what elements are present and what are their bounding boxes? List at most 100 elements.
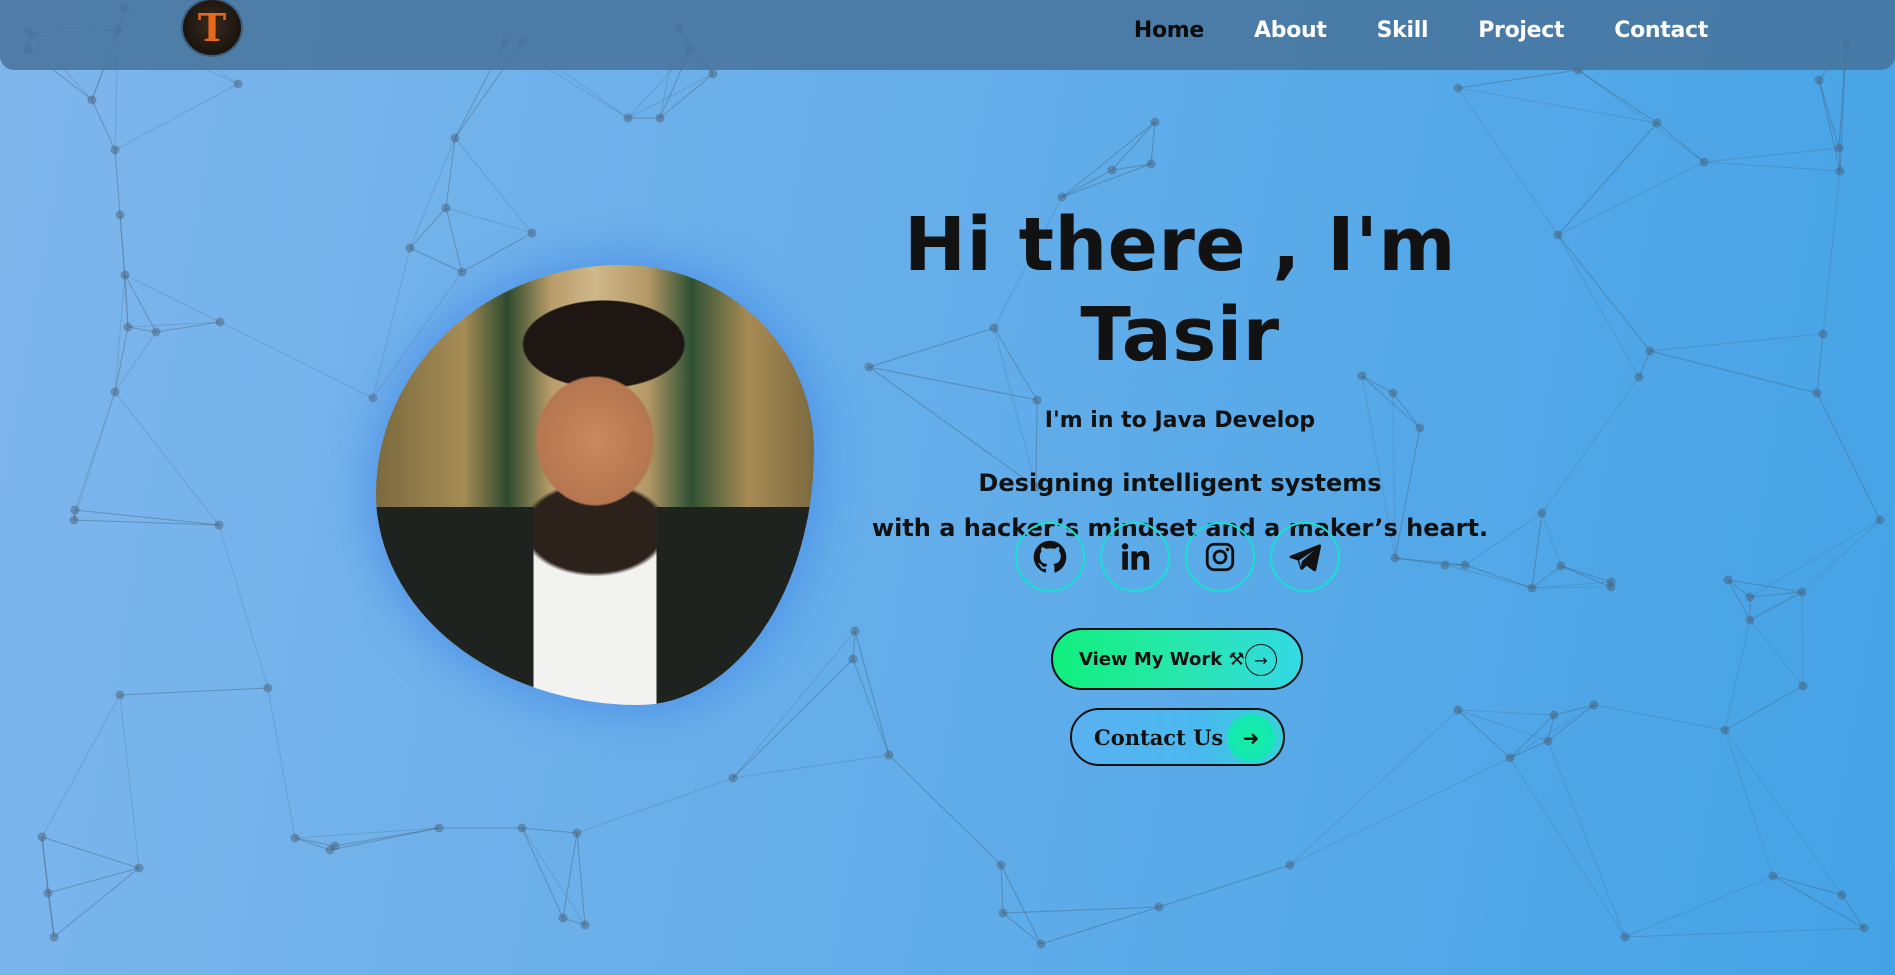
network-node — [1285, 860, 1295, 870]
network-node — [1606, 582, 1616, 592]
network-node — [1745, 615, 1755, 625]
network-node — [517, 823, 527, 833]
network-node — [1818, 329, 1828, 339]
network-node — [1543, 736, 1553, 746]
network-node — [850, 626, 860, 636]
view-my-work-label: View My Work ⚒ — [1079, 648, 1245, 670]
arrow-right-circle-icon: → — [1245, 644, 1277, 676]
network-node — [69, 515, 79, 525]
network-node — [655, 113, 665, 123]
network-node — [623, 113, 633, 123]
network-node — [1440, 560, 1450, 570]
nav-link-contact[interactable]: Contact — [1614, 18, 1708, 43]
network-node — [405, 243, 415, 253]
network-node — [1798, 681, 1808, 691]
hero-title: Hi there , I'm Tasir — [904, 202, 1456, 378]
network-node — [1645, 346, 1655, 356]
nav-links: Home About Skill Project Contact — [1134, 18, 1708, 43]
network-node — [214, 520, 224, 530]
contact-us-label: Contact Us — [1094, 724, 1224, 750]
network-node — [1720, 725, 1730, 735]
network-node — [1460, 560, 1470, 570]
contact-us-button[interactable]: Contact Us ➜ — [1070, 708, 1285, 766]
github-icon — [1033, 540, 1067, 573]
telegram-link[interactable] — [1270, 522, 1340, 592]
instagram-link[interactable] — [1185, 522, 1255, 592]
network-node — [70, 505, 80, 515]
network-node — [115, 690, 125, 700]
network-node — [1146, 159, 1156, 169]
network-node — [134, 863, 144, 873]
linkedin-icon — [1121, 543, 1150, 570]
social-links — [1015, 522, 1340, 592]
logo-letter: T — [197, 4, 227, 50]
network-node — [1150, 117, 1160, 127]
network-node — [110, 145, 120, 155]
network-node — [115, 210, 125, 220]
network-node — [1814, 75, 1824, 85]
network-node — [1768, 871, 1778, 881]
network-node — [43, 888, 53, 898]
nav-link-skill[interactable]: Skill — [1377, 18, 1429, 43]
network-node — [1812, 388, 1822, 398]
nav-link-project[interactable]: Project — [1478, 18, 1564, 43]
network-node — [1859, 923, 1869, 933]
network-node — [1390, 553, 1400, 563]
network-node — [290, 833, 300, 843]
network-node — [325, 845, 335, 855]
network-node — [1837, 890, 1847, 900]
network-node — [49, 932, 59, 942]
network-node — [1620, 932, 1630, 942]
network-node — [708, 69, 718, 79]
telegram-icon — [1289, 544, 1322, 572]
network-node — [151, 327, 161, 337]
network-node — [215, 317, 225, 327]
network-node — [450, 133, 460, 143]
network-node — [263, 683, 273, 693]
network-node — [580, 920, 590, 930]
network-node — [87, 95, 97, 105]
nav-link-about[interactable]: About — [1254, 18, 1327, 43]
network-node — [1699, 157, 1709, 167]
view-my-work-button[interactable]: View My Work ⚒ → — [1051, 628, 1303, 690]
linkedin-link[interactable] — [1100, 522, 1170, 592]
network-node — [1634, 372, 1644, 382]
network-node — [1589, 700, 1599, 710]
hero-tagline: I'm in to Java Develop — [1044, 408, 1316, 433]
network-node — [527, 228, 537, 238]
network-node — [123, 322, 133, 332]
network-node — [1834, 143, 1844, 153]
hero-description-line-1: Designing intelligent systems — [978, 469, 1382, 497]
network-node — [1154, 902, 1164, 912]
github-link[interactable] — [1015, 522, 1085, 592]
network-node — [1553, 230, 1563, 240]
hero-section: Hi there , I'm Tasir I'm in to Java Deve… — [830, 200, 1530, 542]
instagram-icon — [1205, 542, 1235, 572]
network-node — [728, 773, 738, 783]
network-node — [1723, 575, 1733, 585]
site-logo[interactable]: T — [183, 0, 241, 55]
network-node — [1556, 561, 1566, 571]
network-node — [1537, 508, 1547, 518]
arrow-right-icon: ➜ — [1227, 714, 1275, 762]
nav-link-home[interactable]: Home — [1134, 18, 1204, 43]
network-node — [434, 823, 444, 833]
network-node — [1797, 587, 1807, 597]
network-node — [441, 203, 451, 213]
network-node — [884, 750, 894, 760]
network-node — [233, 79, 243, 89]
network-node — [1875, 515, 1885, 525]
network-node — [1505, 753, 1515, 763]
network-node — [998, 908, 1008, 918]
profile-photo-wrapper — [376, 265, 814, 705]
network-node — [1527, 583, 1537, 593]
profile-photo — [376, 265, 814, 705]
network-node — [1453, 705, 1463, 715]
network-node — [1549, 710, 1559, 720]
network-node — [558, 913, 568, 923]
network-node — [996, 860, 1006, 870]
network-node — [572, 828, 582, 838]
navbar: T Home About Skill Project Contact — [0, 0, 1895, 70]
network-node — [37, 832, 47, 842]
network-node — [1107, 165, 1117, 175]
